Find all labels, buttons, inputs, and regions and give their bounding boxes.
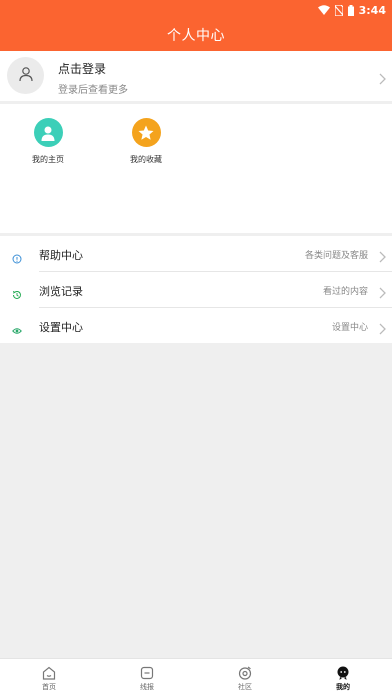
menu-item-help-center[interactable]: 帮助中心 各类问题及客服 <box>0 236 392 271</box>
tab-home[interactable]: 首页 <box>0 662 98 692</box>
person-icon <box>33 118 63 147</box>
tab-news[interactable]: 线报 <box>98 662 196 692</box>
tab-label: 我的 <box>336 683 350 691</box>
shortcut-my-homepage[interactable]: 我的主页 <box>13 118 83 165</box>
history-icon <box>12 285 22 299</box>
tab-label: 线报 <box>140 683 154 691</box>
tab-profile[interactable]: 我的 <box>294 662 392 692</box>
tab-community[interactable]: 社区 <box>196 662 294 692</box>
page-title: 个人中心 <box>167 28 225 44</box>
menu-hint: 设置中心 <box>331 323 368 333</box>
question-icon <box>12 249 22 264</box>
login-subtitle: 登录后查看更多 <box>58 85 128 96</box>
menu-item-browse-history[interactable]: 浏览记录 看过的内容 <box>0 272 392 307</box>
menu-label: 设置中心 <box>39 321 83 334</box>
profile-icon <box>335 665 351 681</box>
chevron-right-icon <box>379 284 386 303</box>
user-icon <box>18 66 34 86</box>
shortcut-my-favorites[interactable]: 我的收藏 <box>111 118 181 165</box>
chevron-right-icon <box>379 248 386 267</box>
no-sim-icon <box>334 4 343 16</box>
menu-label: 浏览记录 <box>39 285 83 298</box>
status-time: 3:44 <box>358 3 386 17</box>
tab-label: 首页 <box>42 683 56 691</box>
wifi-icon <box>317 5 330 15</box>
battery-icon <box>347 4 354 16</box>
menu-label: 帮助中心 <box>39 249 83 262</box>
shortcut-label: 我的主页 <box>32 155 64 164</box>
login-title[interactable]: 点击登录 <box>58 60 106 77</box>
menu-hint: 看过的内容 <box>322 287 368 297</box>
app-header: 3:44 个人中心 <box>0 0 392 51</box>
bottom-tab-bar: 首页 线报 社区 我的 <box>0 658 392 697</box>
menu-hint: 各类问题及客服 <box>304 251 368 261</box>
status-bar: 3:44 <box>317 2 386 18</box>
shortcut-panel: 我的主页 我的收藏 <box>0 104 392 233</box>
chevron-right-icon <box>379 70 386 89</box>
login-card[interactable]: 点击登录 登录后查看更多 <box>0 51 392 101</box>
news-icon <box>139 665 155 681</box>
chevron-right-icon <box>379 320 386 339</box>
menu-item-settings-center[interactable]: 设置中心 设置中心 <box>0 308 392 343</box>
shortcut-label: 我的收藏 <box>130 155 162 164</box>
tab-label: 社区 <box>238 683 252 691</box>
avatar[interactable] <box>7 57 44 94</box>
star-icon <box>131 118 161 147</box>
settings-icon <box>12 321 22 334</box>
home-icon <box>41 665 57 681</box>
settings-menu: 帮助中心 各类问题及客服 浏览记录 看过的内容 设置中心 设置中心 <box>0 236 392 343</box>
profile-page: 3:44 个人中心 点击登录 登录后查看更多 我的主页 我的收藏 帮助中心 各类… <box>0 0 392 697</box>
community-icon <box>237 665 253 681</box>
